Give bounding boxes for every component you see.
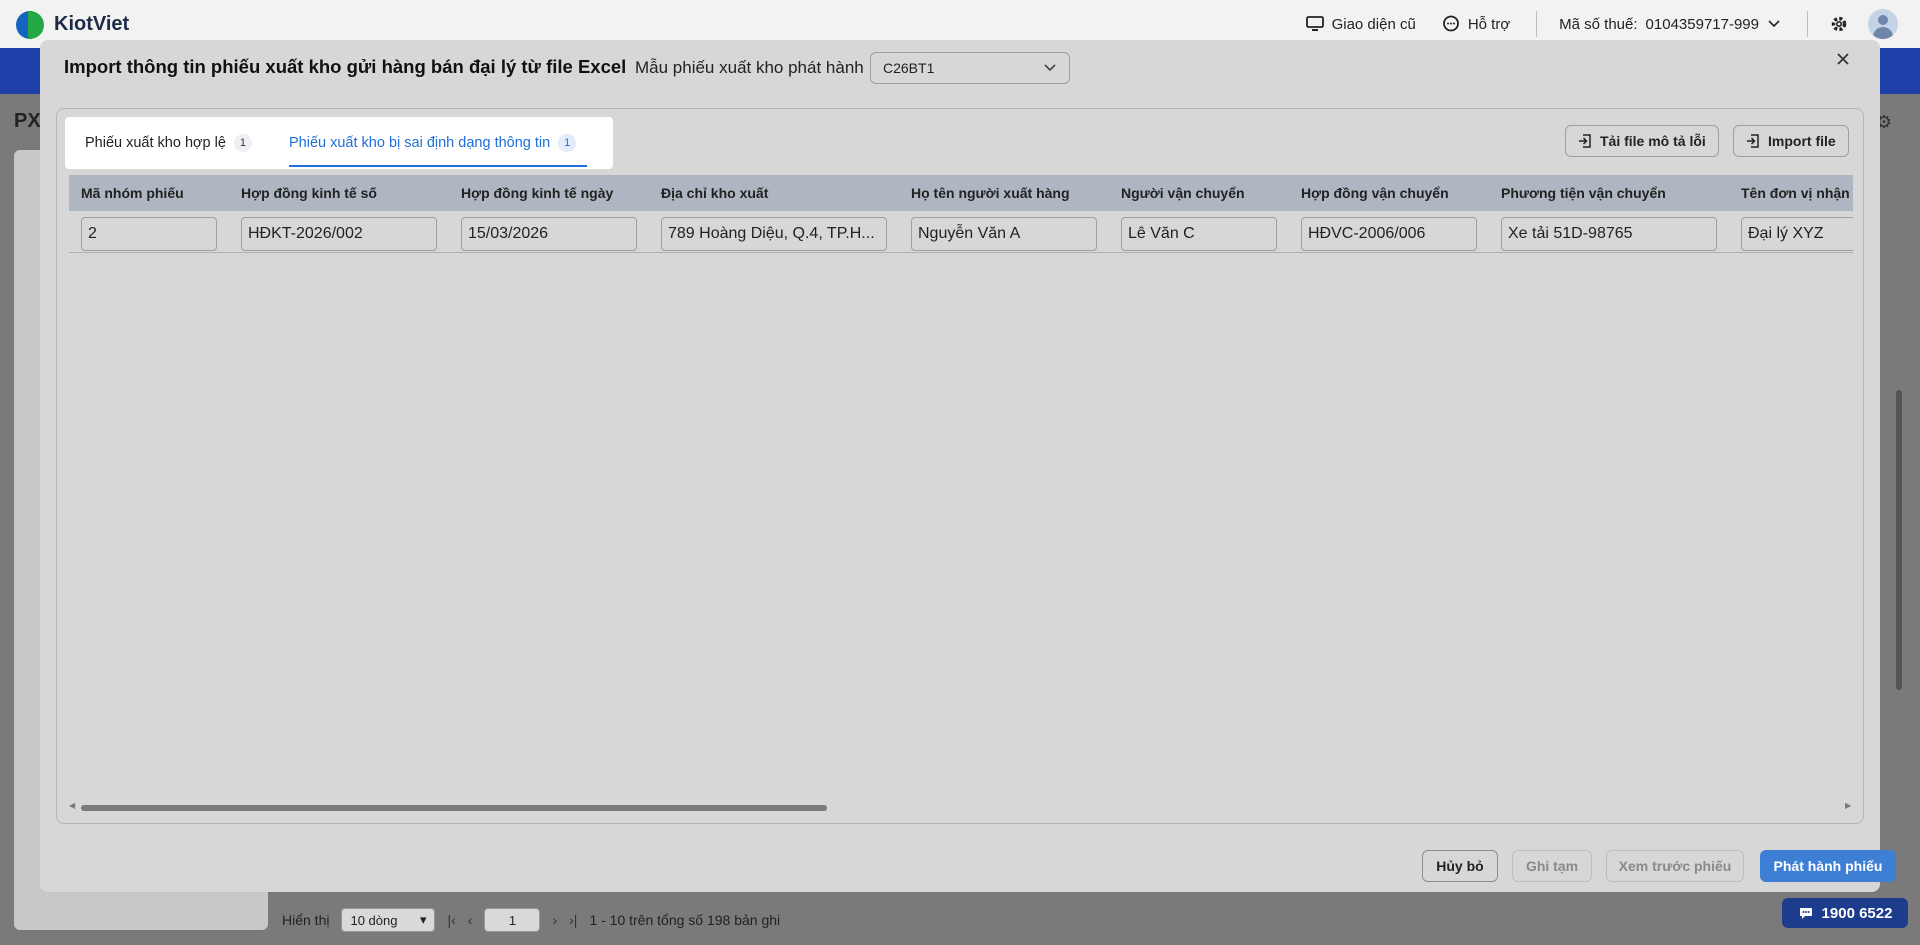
support-label: Hỗ trợ	[1467, 15, 1511, 33]
column-header: Họ tên người xuất hàng	[911, 185, 1070, 201]
tab-invalid-slips[interactable]: Phiếu xuất kho bị sai định dạng thông ti…	[289, 117, 577, 169]
kiotviet-logo-icon	[14, 7, 48, 41]
tax-code-value: 0104359717-999	[1645, 15, 1759, 33]
import-panel: Phiếu xuất kho hợp lệ 1 Phiếu xuất kho b…	[56, 108, 1864, 824]
page-title: PX	[14, 110, 41, 132]
button-label: Import file	[1768, 133, 1836, 149]
column-header: Hợp đồng vận chuyển	[1301, 185, 1449, 201]
divider	[1807, 11, 1808, 37]
gear-icon[interactable]	[1830, 15, 1848, 33]
classic-ui-link[interactable]: Giao diện cũ	[1305, 15, 1416, 33]
file-import-icon	[1746, 134, 1760, 148]
app-logo[interactable]: KiotViet	[14, 7, 129, 41]
button-label: Tải file mô tả lỗi	[1600, 133, 1706, 149]
download-error-file-button[interactable]: Tải file mô tả lỗi	[1565, 125, 1719, 157]
page-size-label: Hiển thị	[282, 912, 330, 928]
modal-title: Import thông tin phiếu xuất kho gửi hàng…	[64, 56, 627, 77]
scroll-thumb[interactable]	[81, 805, 827, 811]
scroll-right-arrow-icon[interactable]: ▶	[1845, 801, 1851, 810]
import-table: Mã nhóm phiếu Hợp đồng kinh tế số Hợp đồ…	[69, 175, 1853, 787]
column-header: Phương tiện vận chuyển	[1501, 185, 1666, 201]
tax-code-selector[interactable]: Mã số thuế: 0104359717-999	[1559, 16, 1781, 33]
active-tab-indicator	[289, 165, 587, 167]
chevron-down-icon	[1767, 19, 1781, 29]
tab-valid-slips[interactable]: Phiếu xuất kho hợp lệ 1	[85, 117, 252, 169]
column-header: Tên đơn vị nhận	[1741, 185, 1850, 201]
tax-code-label: Mã số thuế:	[1559, 15, 1638, 33]
classic-ui-label: Giao diện cũ	[1331, 15, 1416, 33]
support-link[interactable]: Hỗ trợ	[1442, 15, 1510, 33]
hotline-number: 1900 6522	[1821, 904, 1893, 922]
group-code-field[interactable]: 2	[81, 217, 217, 251]
issuer-name-field[interactable]: Nguyễn Văn A	[911, 217, 1097, 251]
page-number-input[interactable]: 1	[484, 908, 541, 932]
import-file-button[interactable]: Import file	[1733, 125, 1849, 157]
template-select[interactable]: C26BT1	[870, 52, 1070, 84]
save-draft-button[interactable]: Ghi tạm	[1512, 850, 1592, 882]
chevron-down-icon	[1043, 63, 1057, 73]
publish-button[interactable]: Phát hành phiếu	[1760, 850, 1896, 882]
horizontal-scrollbar[interactable]: ◀ ▶	[69, 801, 1853, 813]
last-page-icon[interactable]: ›|	[569, 912, 577, 928]
warehouse-address-field[interactable]: 789 Hoàng Diệu, Q.4, TP.H...	[661, 217, 887, 251]
template-value: C26BT1	[883, 60, 935, 76]
column-header: Địa chỉ kho xuất	[661, 185, 769, 201]
divider	[1536, 11, 1538, 37]
monitor-icon	[1305, 16, 1324, 32]
count-badge: 1	[558, 134, 577, 152]
import-modal: Import thông tin phiếu xuất kho gửi hàng…	[40, 40, 1896, 892]
page-size-select[interactable]: 10 dòng ▾	[341, 908, 436, 932]
page-scrollbar[interactable]	[1896, 390, 1902, 690]
vehicle-field[interactable]: Xe tải 51D-98765	[1501, 217, 1717, 251]
count-badge: 1	[233, 134, 252, 152]
tab-bar: Phiếu xuất kho hợp lệ 1 Phiếu xuất kho b…	[65, 117, 613, 169]
cancel-button[interactable]: Hủy bỏ	[1422, 850, 1498, 882]
transporter-field[interactable]: Lê Văn C	[1121, 217, 1277, 251]
chevron-down-icon: ▾	[419, 912, 427, 927]
template-label: Mẫu phiếu xuất kho phát hành	[635, 58, 864, 77]
next-page-icon[interactable]: ›	[552, 912, 557, 928]
tab-label: Phiếu xuất kho hợp lệ	[85, 135, 226, 151]
column-header: Người vận chuyển	[1121, 185, 1245, 201]
close-icon[interactable]	[1836, 52, 1850, 66]
pagination: Hiển thị 10 dòng ▾ |‹ ‹ 1 › ›| 1 - 10 tr…	[282, 908, 780, 932]
user-avatar-icon[interactable]	[1868, 9, 1898, 39]
column-header: Hợp đồng kinh tế ngày	[461, 185, 614, 201]
preview-button[interactable]: Xem trước phiếu	[1606, 850, 1744, 882]
column-header: Hợp đồng kinh tế số	[241, 185, 377, 201]
economic-contract-date-field[interactable]: 15/03/2026	[461, 217, 637, 251]
table-header: Mã nhóm phiếu Hợp đồng kinh tế số Hợp đồ…	[69, 175, 1853, 211]
chat-icon	[1798, 905, 1814, 921]
economic-contract-number-field[interactable]: HĐKT-2026/002	[241, 217, 437, 251]
table-row: 2 HĐKT-2026/002 15/03/2026 789 Hoàng Diệ…	[69, 211, 1853, 253]
hotline-button[interactable]: 1900 6522	[1782, 898, 1908, 928]
receiver-unit-field[interactable]: Đại lý XYZ	[1741, 217, 1853, 251]
column-header: Mã nhóm phiếu	[81, 185, 184, 201]
prev-page-icon[interactable]: ‹	[468, 912, 473, 928]
first-page-icon[interactable]: |‹	[447, 912, 455, 928]
transport-contract-field[interactable]: HĐVC-2006/006	[1301, 217, 1477, 251]
page-size-value: 10 dòng	[350, 912, 398, 928]
chat-icon	[1442, 15, 1460, 33]
file-import-icon	[1578, 134, 1592, 148]
logo-text: KiotViet	[54, 12, 130, 35]
page-range-text: 1 - 10 trên tổng số 198 bản ghi	[589, 912, 781, 928]
tab-label: Phiếu xuất kho bị sai định dạng thông ti…	[289, 135, 551, 151]
